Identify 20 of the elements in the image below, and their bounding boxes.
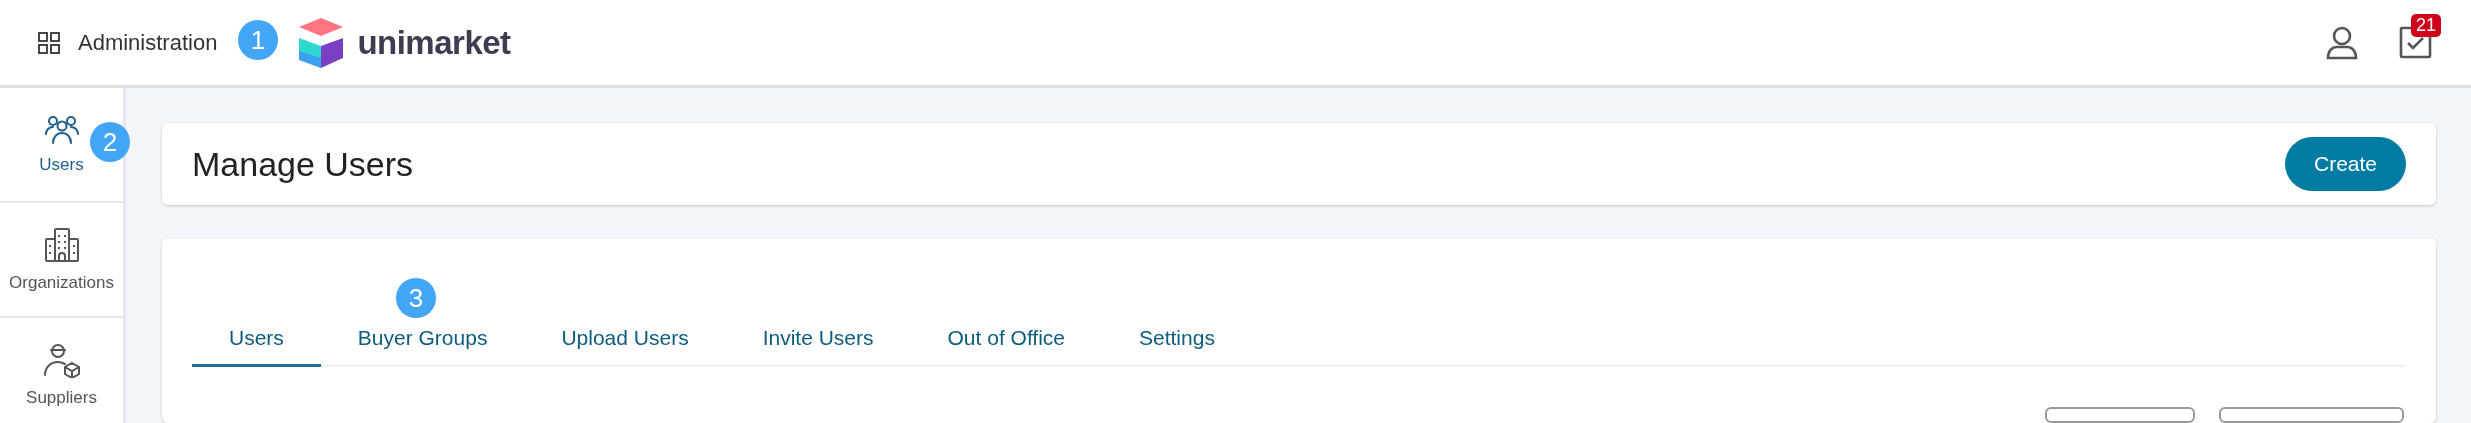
users-icon [43,114,80,145]
page-title: Manage Users [192,144,414,184]
tab[interactable]: Upload Users [524,314,726,367]
cube-logo-icon [299,17,344,68]
user-profile-icon[interactable] [2325,25,2359,60]
sidebar-item[interactable]: Organizations [0,203,123,318]
tab[interactable]: Invite Users [725,314,911,367]
app-grid-icon[interactable] [38,31,60,54]
supplier-icon [42,341,81,378]
create-button[interactable]: Create [2284,137,2406,191]
sidebar-item[interactable]: Suppliers [0,318,123,423]
building-icon [43,226,80,263]
outlined-button[interactable] [2219,407,2404,423]
brand-name: unimarket [357,23,511,62]
tab[interactable]: Settings [1102,314,1252,367]
notification-badge: 21 [2411,13,2442,37]
tab[interactable]: Out of Office [910,314,1102,367]
app-name: Administration [78,29,218,56]
outlined-button[interactable] [2045,407,2195,423]
tab[interactable]: Users [192,314,321,367]
